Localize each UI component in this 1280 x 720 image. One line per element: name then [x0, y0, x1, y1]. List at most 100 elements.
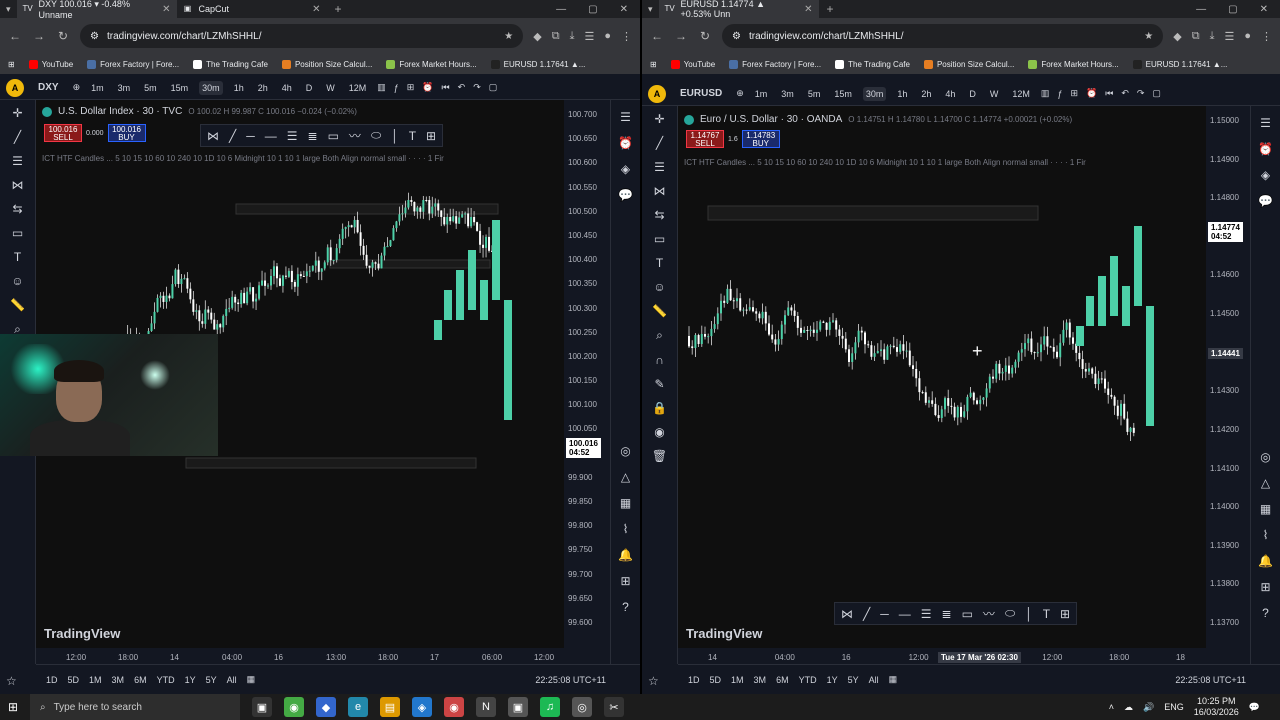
fib-icon[interactable]: ☰ — [12, 154, 23, 168]
chrome-active-icon[interactable]: ◉ — [444, 697, 464, 717]
eye-icon[interactable]: ◉ — [654, 425, 664, 439]
profile-avatar-icon[interactable]: ● — [604, 30, 611, 42]
fullscreen-icon[interactable]: ▢ — [489, 82, 498, 93]
hline-tool-icon[interactable]: ─ — [246, 129, 255, 143]
tf-30m[interactable]: 30m — [862, 86, 887, 101]
notification-icon[interactable]: 💬 — [1249, 702, 1260, 713]
zoom-icon[interactable]: ⌕ — [656, 328, 663, 343]
ellipse-tool-icon[interactable]: ⬭ — [371, 128, 381, 143]
bookmark-eurusd[interactable]: EURUSD 1.17641 ▲... — [1132, 59, 1227, 69]
extensions-puzzle-icon[interactable]: ⧉ — [552, 30, 560, 43]
grid-tool-icon[interactable]: ⊞ — [1060, 607, 1070, 621]
path-tool-icon[interactable]: 〰 — [983, 605, 995, 622]
line-tool-icon[interactable]: ╱ — [229, 129, 236, 143]
vline-tool-icon[interactable]: │ — [1025, 607, 1033, 621]
range-1d[interactable]: 1D — [46, 675, 58, 685]
triangle-icon[interactable]: △ — [1261, 476, 1270, 490]
pattern-icon[interactable]: ⋈ — [654, 184, 666, 198]
tf-12m[interactable]: 12M — [1009, 87, 1033, 101]
range-1y[interactable]: 1Y — [185, 675, 196, 685]
windows-start-icon[interactable]: ⊞ — [8, 700, 18, 714]
fib-icon[interactable]: ☰ — [654, 160, 665, 174]
crosshair-icon[interactable]: ✛ — [12, 106, 22, 120]
favorite-star-icon[interactable]: ☆ — [648, 674, 659, 688]
favorite-star-icon[interactable]: ☆ — [6, 674, 17, 688]
range-5y[interactable]: 5Y — [206, 675, 217, 685]
indicators-icon[interactable]: ƒ — [394, 83, 399, 93]
tf-3m[interactable]: 3m — [115, 81, 134, 95]
ruler-icon[interactable]: 📏 — [10, 298, 25, 312]
tf-1m[interactable]: 1m — [752, 87, 771, 101]
range-1y[interactable]: 1Y — [827, 675, 838, 685]
chevron-up-icon[interactable]: ˄ — [1109, 702, 1114, 712]
range-1m[interactable]: 1M — [89, 675, 102, 685]
grid-tool-icon[interactable]: ⊞ — [426, 129, 436, 143]
date-range-icon[interactable]: ▦ — [889, 674, 898, 685]
shapes-icon[interactable]: ▭ — [12, 226, 23, 240]
shapes-icon[interactable]: ▭ — [654, 232, 665, 246]
bookmark-forex-factory[interactable]: Forex Factory | Fore... — [87, 59, 179, 69]
trash-icon[interactable]: 🗑 — [652, 449, 667, 463]
range-6m[interactable]: 6M — [776, 675, 789, 685]
tf-15m[interactable]: 15m — [168, 81, 192, 95]
edge-icon[interactable]: e — [348, 697, 368, 717]
download-icon[interactable]: ⤓ — [1210, 30, 1215, 43]
capcut-app-icon[interactable]: ✂ — [604, 697, 624, 717]
hline-tool-icon[interactable]: ─ — [880, 607, 889, 621]
close-window-icon[interactable]: ✕ — [620, 4, 628, 15]
symbol-search[interactable]: DXY — [32, 82, 65, 93]
range-3m[interactable]: 3M — [754, 675, 767, 685]
indicators-icon[interactable]: ƒ — [1057, 89, 1062, 99]
extension-icon[interactable]: ◆ — [1173, 30, 1181, 43]
eurusd-chart-area[interactable]: Euro / U.S. Dollar · 30 · OANDA O 1.1475… — [678, 106, 1206, 648]
signal-icon[interactable]: ⌇ — [1263, 528, 1269, 542]
line-tool-icon[interactable]: ╱ — [863, 607, 870, 621]
buy-button[interactable]: 1.14783 BUY — [741, 130, 780, 148]
alerts-icon[interactable]: ⏰ — [618, 136, 633, 150]
emoji-icon[interactable]: ☺ — [11, 274, 23, 288]
tf-d[interactable]: D — [303, 81, 316, 95]
tab-manager-icon[interactable]: ☰ — [584, 30, 594, 43]
tf-2h[interactable]: 2h — [918, 87, 934, 101]
sell-button[interactable]: 1.14767 SELL — [686, 130, 724, 148]
new-tab-button[interactable]: + — [819, 2, 842, 16]
help-icon[interactable]: ? — [1262, 606, 1269, 620]
calendar-icon[interactable]: ▦ — [1260, 502, 1271, 516]
range-3m[interactable]: 3M — [112, 675, 125, 685]
extension-icon[interactable]: ◆ — [533, 30, 541, 43]
apps-grid-icon[interactable]: ⊞ — [8, 60, 15, 69]
trendline-icon[interactable]: ╱ — [14, 130, 21, 144]
bookmark-youtube[interactable]: YouTube — [28, 59, 73, 69]
add-symbol-icon[interactable]: ⊕ — [73, 82, 81, 93]
maximize-icon[interactable]: ▢ — [588, 4, 597, 15]
signal-icon[interactable]: ⌇ — [623, 522, 629, 536]
text-tool-icon[interactable]: T — [409, 129, 416, 143]
chrome-icon[interactable]: ◉ — [284, 697, 304, 717]
watchlist-icon[interactable]: ☰ — [620, 110, 631, 124]
ellipse-tool-icon[interactable]: ⬭ — [1005, 606, 1015, 621]
vline-tool-icon[interactable]: │ — [391, 129, 399, 143]
help-icon[interactable]: ? — [622, 600, 629, 614]
layout-icon[interactable]: ⊞ — [1070, 88, 1078, 99]
bookmark-eurusd[interactable]: EURUSD 1.17641 ▲... — [490, 59, 585, 69]
grid-icon[interactable]: ⊞ — [620, 574, 630, 588]
tf-1m[interactable]: 1m — [88, 81, 107, 95]
alert-icon[interactable]: ⏰ — [422, 82, 433, 93]
fib-tool-icon[interactable]: ≣ — [942, 607, 952, 621]
volume-icon[interactable]: 🔊 — [1143, 702, 1154, 713]
menu-icon[interactable]: ⋮ — [621, 30, 632, 43]
crosshair-icon[interactable]: ✛ — [654, 112, 664, 126]
buy-button[interactable]: 100.016 BUY — [107, 124, 146, 142]
watchlist-icon[interactable]: ☰ — [1260, 116, 1271, 130]
file-explorer-icon[interactable]: ▤ — [380, 697, 400, 717]
layers-icon[interactable]: ◈ — [621, 162, 630, 176]
candle-type-icon[interactable]: ▥ — [377, 82, 386, 93]
layout-icon[interactable]: ⊞ — [407, 82, 415, 93]
channel-tool-icon[interactable]: ☰ — [287, 129, 298, 143]
menu-icon[interactable]: ⋮ — [1261, 30, 1272, 43]
rect-tool-icon[interactable]: ▭ — [328, 129, 339, 143]
pattern-tool-icon[interactable]: ⋈ — [207, 129, 219, 143]
symbol-search[interactable]: EURUSD — [674, 88, 728, 99]
replay-icon[interactable]: ⏮ — [442, 82, 450, 93]
price-axis[interactable]: 1.150001.149001.148001.147001.146001.145… — [1206, 106, 1250, 648]
